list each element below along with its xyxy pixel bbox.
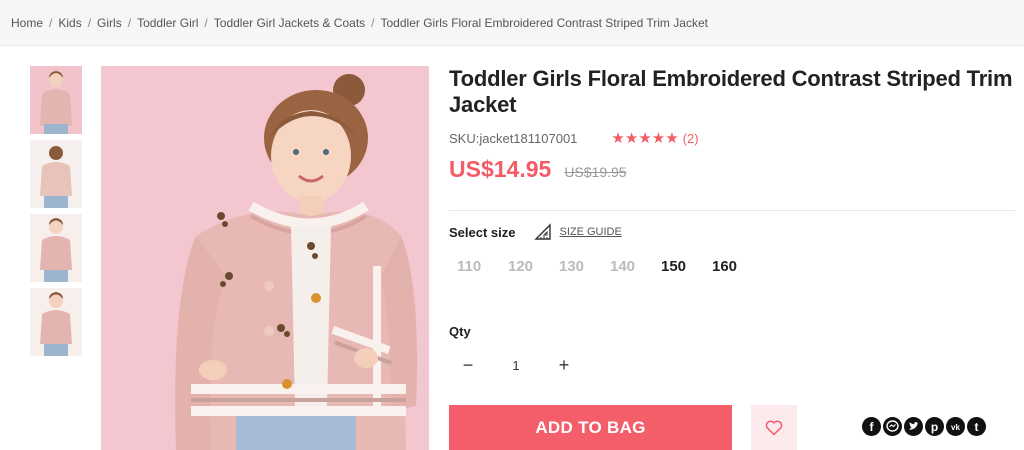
size-option-120[interactable]: 120 — [500, 258, 551, 275]
product-photo — [101, 66, 429, 450]
product-title: Toddler Girls Floral Embroidered Contras… — [449, 66, 1013, 117]
svg-text:p: p — [931, 420, 938, 434]
thumbnail-1[interactable] — [30, 66, 82, 134]
wishlist-button[interactable] — [751, 405, 797, 450]
breadcrumb-separator: / — [87, 16, 92, 30]
quantity-label: Qty — [449, 324, 471, 339]
size-option-150[interactable]: 150 — [653, 258, 704, 275]
product-thumbnail-image — [30, 214, 82, 282]
size-option-130[interactable]: 130 — [551, 258, 602, 275]
size-guide-link[interactable]: SIZE GUIDE — [533, 223, 622, 241]
product-thumbnail-image — [30, 66, 82, 134]
breadcrumb-kids[interactable]: Kids — [58, 16, 81, 30]
facebook-icon[interactable]: f — [862, 417, 881, 436]
product-thumbnail-image — [30, 140, 82, 208]
product-meta: SKU:jacket181107001 ★★★★★ (2) — [449, 129, 1015, 147]
breadcrumb-girls[interactable]: Girls — [97, 16, 122, 30]
breadcrumb-current: Toddler Girls Floral Embroidered Contras… — [380, 16, 708, 30]
breadcrumb-toddler-girl[interactable]: Toddler Girl — [137, 16, 198, 30]
breadcrumb-separator: / — [127, 16, 132, 30]
thumbnail-2[interactable] — [30, 140, 82, 208]
product-info: Toddler Girls Floral Embroidered Contras… — [449, 66, 1015, 183]
thumbnail-gallery — [30, 66, 82, 362]
sale-price: US$14.95 — [449, 156, 552, 182]
thumbnail-4[interactable] — [30, 288, 82, 356]
breadcrumb: Home / Kids / Girls / Toddler Girl / Toddler Gir… — [11, 16, 708, 30]
breadcrumb-separator: / — [49, 16, 53, 30]
size-options: 110 120 130 140 150 160 — [449, 258, 755, 275]
pinterest-icon[interactable]: p — [925, 417, 944, 436]
breadcrumb-home[interactable]: Home — [11, 16, 43, 30]
quantity-decrement-button[interactable]: − — [449, 354, 487, 376]
main-product-image[interactable] — [101, 66, 429, 450]
thumbnail-3[interactable] — [30, 214, 82, 282]
quantity-input[interactable] — [487, 357, 545, 373]
messenger-icon[interactable] — [883, 417, 902, 436]
breadcrumb-jackets-coats[interactable]: Toddler Girl Jackets & Coats — [214, 16, 365, 30]
product-thumbnail-image — [30, 288, 82, 356]
svg-text:f: f — [870, 420, 875, 434]
size-header: Select size SIZE GUIDE — [449, 223, 622, 241]
svg-text:vk: vk — [951, 423, 960, 432]
breadcrumb-separator: / — [371, 16, 375, 30]
size-option-140[interactable]: 140 — [602, 258, 653, 275]
divider — [449, 210, 1015, 211]
share-icons: f p vk t — [862, 417, 988, 436]
quantity-increment-button[interactable]: + — [545, 354, 583, 376]
size-guide-label: SIZE GUIDE — [559, 226, 622, 238]
product-sku: SKU:jacket181107001 — [449, 130, 578, 146]
svg-text:t: t — [975, 420, 979, 434]
heart-icon — [765, 420, 783, 435]
price-row: US$14.95 US$19.95 — [449, 156, 1015, 183]
rating-stars: ★★★★★ — [611, 130, 679, 147]
review-count-link[interactable]: (2) — [683, 131, 699, 146]
ruler-icon — [533, 223, 551, 240]
breadcrumb-bar: Home / Kids / Girls / Toddler Girl / Toddler Gir… — [0, 0, 1024, 46]
size-option-160[interactable]: 160 — [704, 258, 755, 275]
breadcrumb-separator: / — [204, 16, 208, 30]
twitter-icon[interactable] — [904, 417, 923, 436]
quantity-stepper: − + — [449, 354, 583, 376]
size-label: Select size — [449, 224, 516, 240]
original-price: US$19.95 — [564, 164, 627, 180]
vk-icon[interactable]: vk — [946, 417, 965, 436]
tumblr-icon[interactable]: t — [967, 417, 986, 436]
size-option-110[interactable]: 110 — [449, 258, 500, 275]
add-to-bag-button[interactable]: ADD TO BAG — [449, 405, 732, 450]
